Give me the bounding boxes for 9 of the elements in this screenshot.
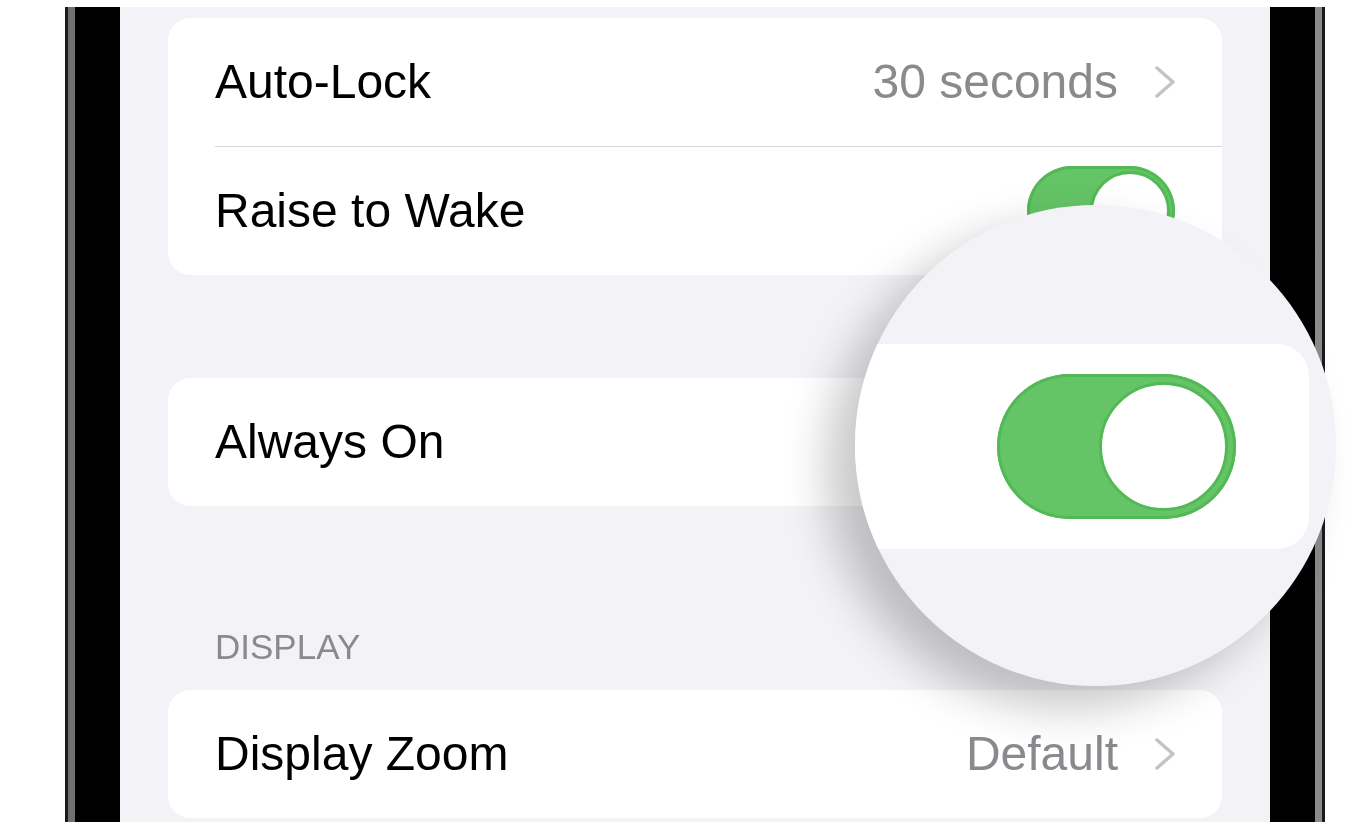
row-label: Always On (215, 414, 445, 470)
section-header: DISPLAY (214, 627, 362, 667)
row-label: Raise to Wake (215, 183, 526, 239)
row-value: 30 seconds (872, 54, 1118, 110)
row-label: Auto-Lock (215, 54, 432, 110)
row-value: Default (965, 726, 1118, 782)
row-label: Display Zoom (215, 726, 509, 782)
chevron-icon (1155, 738, 1175, 770)
chevron-icon (1155, 66, 1175, 98)
